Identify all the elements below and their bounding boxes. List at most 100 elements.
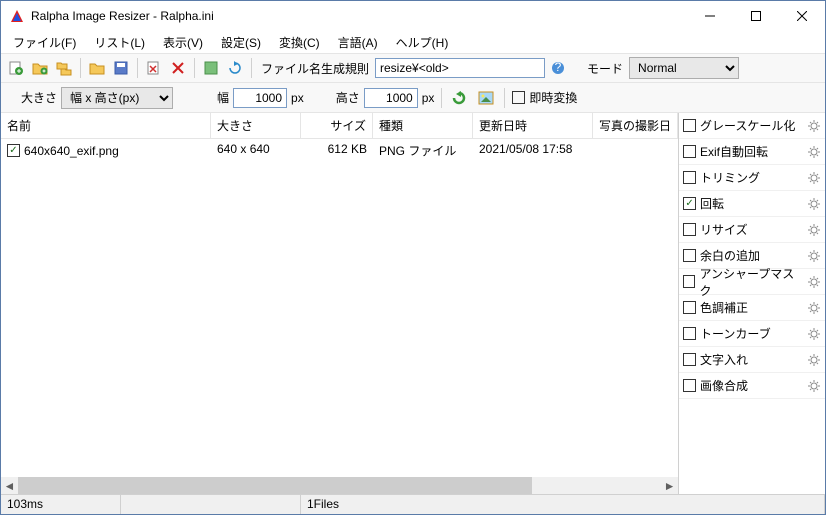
side-item-label[interactable]: ✓回転 xyxy=(683,195,801,212)
picture-icon[interactable] xyxy=(475,87,497,109)
gear-icon[interactable] xyxy=(807,171,821,185)
gear-icon[interactable] xyxy=(807,223,821,237)
col-size[interactable]: 大きさ xyxy=(211,113,301,138)
side-item-label[interactable]: 画像合成 xyxy=(683,377,801,394)
side-item[interactable]: トーンカーブ xyxy=(679,321,825,347)
side-checkbox[interactable] xyxy=(683,379,696,392)
instant-convert-checkbox[interactable]: 即時変換 xyxy=(512,89,577,106)
gear-icon[interactable] xyxy=(807,145,821,159)
side-checkbox[interactable] xyxy=(683,275,695,288)
side-item-label[interactable]: 文字入れ xyxy=(683,351,801,368)
height-label: 高さ xyxy=(336,89,360,106)
col-date[interactable]: 更新日時 xyxy=(473,113,593,138)
file-list-header: 名前 大きさ サイズ 種類 更新日時 写真の撮影日 xyxy=(1,113,678,139)
help-icon[interactable]: ? xyxy=(547,57,569,79)
side-item[interactable]: トリミング xyxy=(679,165,825,191)
side-item[interactable]: 文字入れ xyxy=(679,347,825,373)
width-input[interactable] xyxy=(233,88,287,108)
delete-icon[interactable] xyxy=(167,57,189,79)
side-item[interactable]: リサイズ xyxy=(679,217,825,243)
menu-settings[interactable]: 設定(S) xyxy=(213,32,269,53)
col-type[interactable]: 種類 xyxy=(373,113,473,138)
scroll-left-icon[interactable]: ◄ xyxy=(1,477,18,494)
side-item-label[interactable]: トリミング xyxy=(683,169,801,186)
file-list: 名前 大きさ サイズ 種類 更新日時 写真の撮影日 ✓ 640x640_exif… xyxy=(1,113,679,494)
save-icon[interactable] xyxy=(110,57,132,79)
side-checkbox[interactable] xyxy=(683,353,696,366)
gear-icon[interactable] xyxy=(807,249,821,263)
side-item[interactable]: 色調補正 xyxy=(679,295,825,321)
menu-help[interactable]: ヘルプ(H) xyxy=(388,32,457,53)
col-shot[interactable]: 写真の撮影日 xyxy=(593,113,678,138)
separator xyxy=(194,58,195,78)
side-checkbox[interactable] xyxy=(683,301,696,314)
mode-select[interactable]: Normal xyxy=(629,57,739,79)
side-item-label[interactable]: 色調補正 xyxy=(683,299,801,316)
add-folder-icon[interactable] xyxy=(29,57,51,79)
menu-view[interactable]: 表示(V) xyxy=(155,32,211,53)
gear-icon[interactable] xyxy=(807,327,821,341)
side-checkbox[interactable] xyxy=(683,171,696,184)
col-filesize[interactable]: サイズ xyxy=(301,113,373,138)
side-item[interactable]: ✓回転 xyxy=(679,191,825,217)
side-item-label[interactable]: グレースケール化 xyxy=(683,117,801,134)
gear-icon[interactable] xyxy=(807,119,821,133)
scroll-right-icon[interactable]: ► xyxy=(661,477,678,494)
maximize-button[interactable] xyxy=(733,1,779,31)
menu-list[interactable]: リスト(L) xyxy=(86,32,153,53)
menu-file[interactable]: ファイル(F) xyxy=(5,32,84,53)
file-list-body[interactable]: ✓ 640x640_exif.png 640 x 640 612 KB PNG … xyxy=(1,139,678,477)
side-item-label[interactable]: リサイズ xyxy=(683,221,801,238)
refresh-icon[interactable] xyxy=(224,57,246,79)
gear-icon[interactable] xyxy=(807,275,821,289)
menubar: ファイル(F) リスト(L) 表示(V) 設定(S) 変換(C) 言語(A) ヘ… xyxy=(1,31,825,53)
side-item[interactable]: アンシャープマスク xyxy=(679,269,825,295)
separator xyxy=(504,88,505,108)
side-item-label[interactable]: 余白の追加 xyxy=(683,247,801,264)
row-type: PNG ファイル xyxy=(373,139,473,162)
close-button[interactable] xyxy=(779,1,825,31)
add-file-icon[interactable] xyxy=(5,57,27,79)
side-checkbox[interactable] xyxy=(683,119,696,132)
side-checkbox[interactable] xyxy=(683,327,696,340)
side-item[interactable]: Exif自動回転 xyxy=(679,139,825,165)
side-item-label[interactable]: アンシャープマスク xyxy=(683,265,801,299)
gear-icon[interactable] xyxy=(807,353,821,367)
main-area: 名前 大きさ サイズ 種類 更新日時 写真の撮影日 ✓ 640x640_exif… xyxy=(1,113,825,494)
side-checkbox[interactable] xyxy=(683,223,696,236)
side-checkbox[interactable] xyxy=(683,249,696,262)
app-logo-icon xyxy=(9,8,25,24)
menu-convert[interactable]: 変換(C) xyxy=(271,32,328,53)
scroll-thumb[interactable] xyxy=(18,477,532,494)
separator xyxy=(441,88,442,108)
filename-rule-input[interactable] xyxy=(375,58,545,78)
side-item-label[interactable]: トーンカーブ xyxy=(683,325,801,342)
preview-icon[interactable] xyxy=(200,57,222,79)
row-checkbox[interactable]: ✓ xyxy=(7,144,20,157)
row-filesize: 612 KB xyxy=(301,139,373,162)
add-folder-tree-icon[interactable] xyxy=(53,57,75,79)
side-item[interactable]: グレースケール化 xyxy=(679,113,825,139)
remove-file-icon[interactable] xyxy=(143,57,165,79)
statusbar: 103ms 1Files xyxy=(1,494,825,514)
toolbar-main: ファイル名生成規則 ? モード Normal xyxy=(1,53,825,83)
separator xyxy=(251,58,252,78)
horizontal-scrollbar[interactable]: ◄ ► xyxy=(1,477,678,494)
col-name[interactable]: 名前 xyxy=(1,113,211,138)
side-checkbox[interactable]: ✓ xyxy=(683,197,696,210)
table-row[interactable]: ✓ 640x640_exif.png 640 x 640 612 KB PNG … xyxy=(1,139,678,162)
side-checkbox[interactable] xyxy=(683,145,696,158)
open-folder-icon[interactable] xyxy=(86,57,108,79)
status-time: 103ms xyxy=(1,495,121,514)
px-label: px xyxy=(422,91,435,105)
side-item[interactable]: 画像合成 xyxy=(679,373,825,399)
gear-icon[interactable] xyxy=(807,379,821,393)
minimize-button[interactable] xyxy=(687,1,733,31)
side-item-label[interactable]: Exif自動回転 xyxy=(683,143,801,160)
menu-language[interactable]: 言語(A) xyxy=(330,32,386,53)
run-icon[interactable] xyxy=(449,87,471,109)
height-input[interactable] xyxy=(364,88,418,108)
gear-icon[interactable] xyxy=(807,301,821,315)
size-mode-select[interactable]: 幅 x 高さ(px) xyxy=(61,87,173,109)
gear-icon[interactable] xyxy=(807,197,821,211)
